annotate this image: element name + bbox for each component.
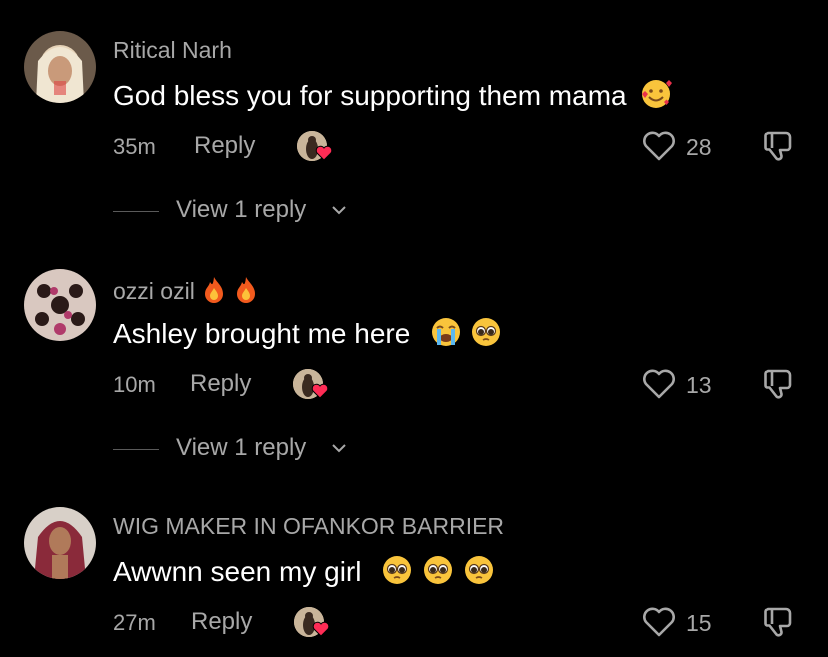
chevron-down-icon xyxy=(332,206,346,215)
fire-icon xyxy=(237,277,256,303)
username[interactable]: WIG MAKER IN OFANKOR BARRIER xyxy=(113,513,504,540)
divider xyxy=(113,449,159,450)
comment-text: God bless you for supporting them mama xyxy=(113,78,673,112)
reply-button[interactable]: Reply xyxy=(190,370,251,398)
pleading-face-icon xyxy=(381,554,413,586)
like-heart-icon[interactable] xyxy=(641,368,677,400)
username[interactable]: Ritical Narh xyxy=(113,37,232,64)
username[interactable]: ozzi ozil xyxy=(113,275,259,305)
pleading-face-icon xyxy=(470,316,502,348)
chevron-down-icon xyxy=(332,444,346,453)
comment-text: Awwnn seen my girl xyxy=(113,554,495,588)
heart-badge-icon xyxy=(312,621,330,637)
like-heart-icon[interactable] xyxy=(641,606,677,638)
pleading-face-icon xyxy=(422,554,454,586)
divider xyxy=(113,211,159,212)
timestamp: 35m xyxy=(113,134,156,159)
fire-icon xyxy=(205,277,224,303)
like-heart-icon[interactable] xyxy=(641,130,677,162)
timestamp: 27m xyxy=(113,610,156,635)
dislike-icon[interactable] xyxy=(762,605,798,639)
avatar[interactable] xyxy=(24,269,96,341)
like-count: 28 xyxy=(686,134,712,160)
like-count: 13 xyxy=(686,372,712,398)
dislike-icon[interactable] xyxy=(762,129,798,163)
comment-text: Ashley brought me here xyxy=(113,316,502,350)
avatar[interactable] xyxy=(24,507,96,579)
timestamp: 10m xyxy=(113,372,156,397)
avatar[interactable] xyxy=(24,31,96,103)
reply-button[interactable]: Reply xyxy=(194,132,255,160)
loudly-crying-face-icon xyxy=(430,316,462,348)
smiling-face-with-hearts-icon xyxy=(640,78,673,110)
dislike-icon[interactable] xyxy=(762,367,798,401)
like-count: 15 xyxy=(686,610,712,636)
heart-badge-icon xyxy=(311,383,329,399)
reply-button[interactable]: Reply xyxy=(191,608,252,636)
heart-badge-icon xyxy=(315,145,333,161)
pleading-face-icon xyxy=(463,554,495,586)
